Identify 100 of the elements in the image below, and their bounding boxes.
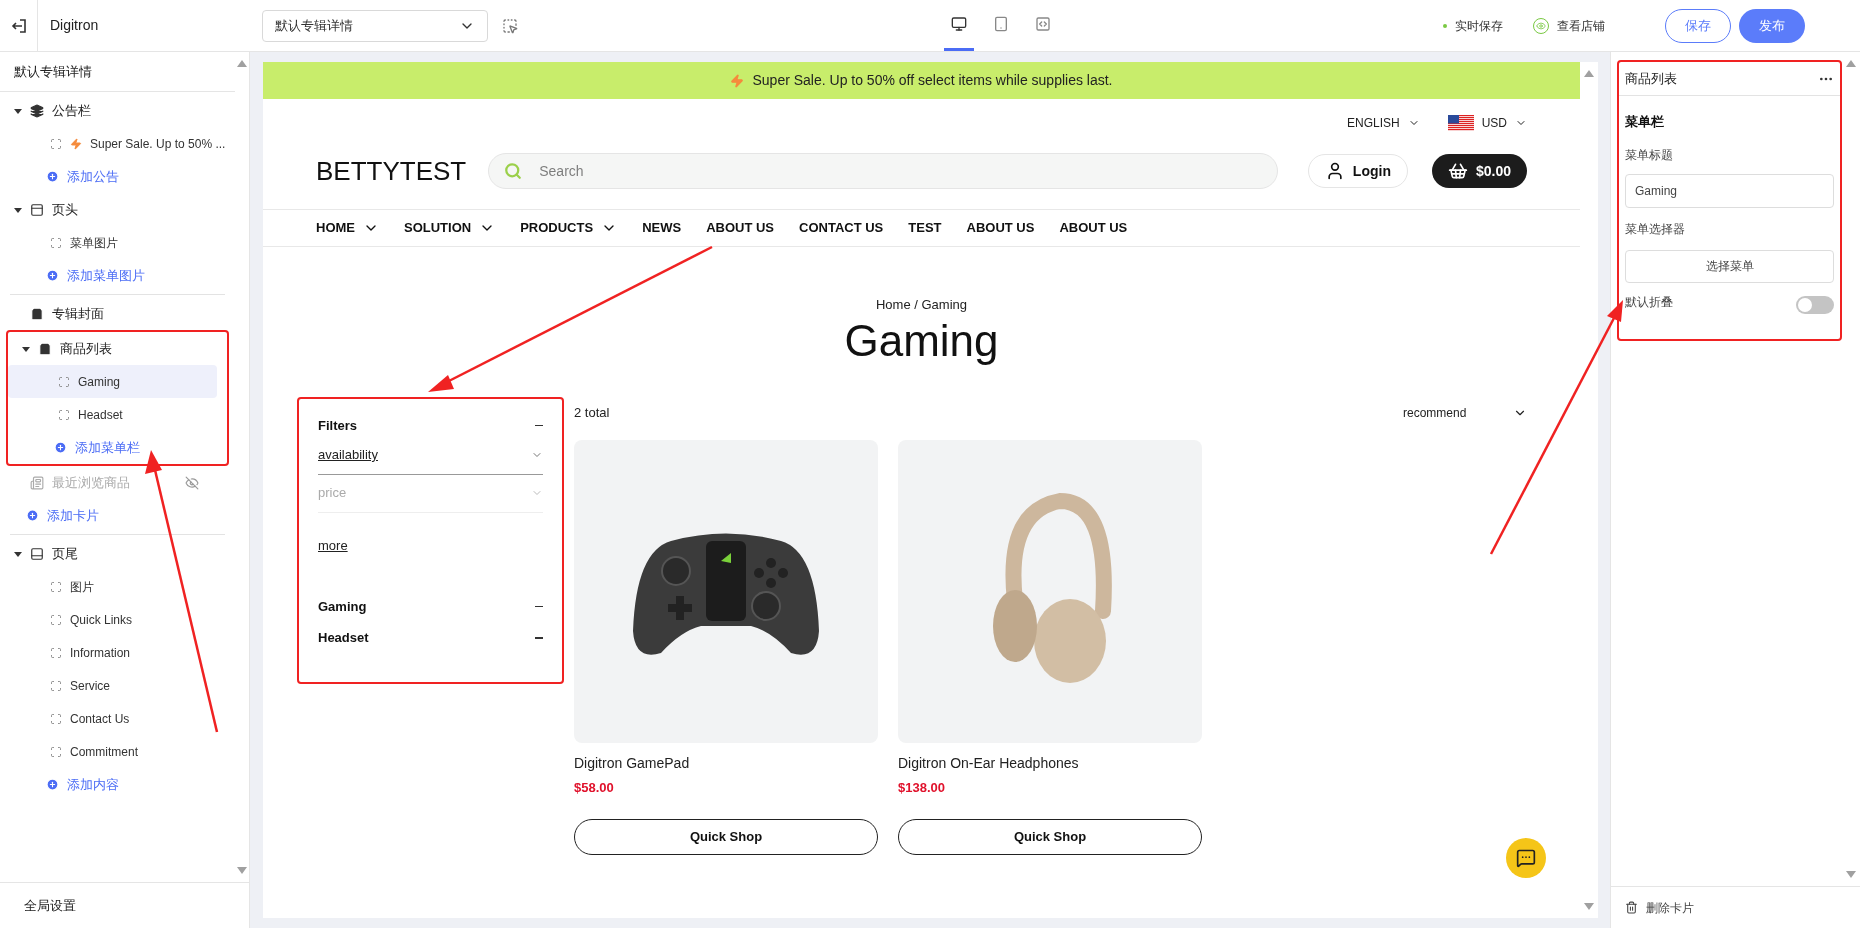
nav-link[interactable]: HOME xyxy=(316,218,379,238)
bag-icon xyxy=(38,341,52,356)
exit-icon[interactable] xyxy=(10,17,27,34)
category-heading[interactable]: Headset xyxy=(318,628,369,648)
scroll-down-icon[interactable] xyxy=(1846,871,1856,878)
currency-select[interactable]: USD xyxy=(1447,114,1527,132)
nav-link[interactable]: NEWS xyxy=(642,218,682,238)
nav-link[interactable]: CONTACT US xyxy=(799,218,884,238)
category-heading[interactable]: Gaming xyxy=(318,596,367,616)
search-icon xyxy=(504,162,523,180)
chat-icon xyxy=(1516,848,1536,868)
caret-icon[interactable] xyxy=(14,106,22,115)
global-settings[interactable]: 全局设置 xyxy=(0,882,249,928)
focus-frame-icon xyxy=(58,408,70,421)
view-store-link[interactable]: 查看店铺 xyxy=(1557,16,1605,35)
panel-bottom-icon xyxy=(30,546,44,561)
focus-frame-icon xyxy=(50,712,62,725)
add-icon xyxy=(46,778,59,791)
card-icon xyxy=(30,475,44,490)
eye-off-icon[interactable] xyxy=(185,475,200,490)
editor-title: 商品列表 xyxy=(1625,69,1677,88)
search-field[interactable]: Search xyxy=(488,153,1279,189)
block-label[interactable]: 页尾 xyxy=(52,543,78,564)
scroll-down-icon[interactable] xyxy=(237,867,248,874)
product-image[interactable] xyxy=(574,439,878,743)
add-link[interactable]: 添加内容 xyxy=(67,774,119,795)
nav-link[interactable]: ABOUT US xyxy=(706,218,774,238)
add-link[interactable]: 添加卡片 xyxy=(47,505,99,526)
block-label[interactable]: 商品列表 xyxy=(60,338,112,359)
chat-button[interactable] xyxy=(1506,838,1546,878)
add-icon xyxy=(46,170,59,183)
tree-item[interactable]: Quick Links xyxy=(0,603,226,636)
tree-item[interactable]: Headset xyxy=(8,398,218,431)
field-label: 菜单标题 xyxy=(1625,146,1674,164)
add-link[interactable]: 添加公告 xyxy=(67,166,119,187)
tree-item[interactable]: Super Sale. Up to 50% ... xyxy=(0,127,226,160)
trash-icon[interactable] xyxy=(1625,901,1638,914)
nav-link[interactable]: TEST xyxy=(908,218,942,238)
add-icon xyxy=(46,269,59,282)
select-element-icon[interactable] xyxy=(502,17,518,34)
select-menu-button[interactable]: 选择菜单 xyxy=(1625,249,1834,283)
scroll-up-icon[interactable] xyxy=(237,60,248,67)
focus-frame-icon xyxy=(50,137,62,150)
tablet-icon xyxy=(993,16,1009,32)
tree-item[interactable]: Gaming xyxy=(8,365,218,398)
filters-heading: Filters xyxy=(318,416,357,435)
add-link[interactable]: 添加菜单图片 xyxy=(67,265,145,286)
language-select[interactable]: ENGLISH xyxy=(1346,114,1420,132)
cart-button[interactable]: $0.00 xyxy=(1431,154,1527,188)
autosave-label: 实时保存 xyxy=(1455,17,1503,35)
nav-link[interactable]: ABOUT US xyxy=(966,218,1035,238)
add-link[interactable]: 添加菜单栏 xyxy=(75,437,140,458)
bolt-icon xyxy=(730,73,745,88)
flag-icon xyxy=(1447,115,1474,131)
collapse-icon[interactable] xyxy=(535,424,543,427)
delete-card-link[interactable]: 删除卡片 xyxy=(1646,898,1694,917)
focus-frame-icon xyxy=(50,236,62,249)
caret-icon[interactable] xyxy=(14,205,22,214)
tree-item[interactable]: Information xyxy=(0,636,226,669)
focus-frame-icon xyxy=(50,745,62,758)
tree-item[interactable]: Commitment xyxy=(0,735,226,768)
tree-item[interactable]: Contact Us xyxy=(0,702,226,735)
sort-select[interactable]: recommend xyxy=(1403,403,1527,422)
nav-link[interactable]: ABOUT US xyxy=(1059,218,1128,238)
field-label: 默认折叠 xyxy=(1625,293,1673,311)
collapse-toggle[interactable] xyxy=(1796,295,1834,314)
layers-icon xyxy=(30,103,44,118)
panel-top-icon xyxy=(30,202,44,217)
menu-title-field[interactable]: Gaming xyxy=(1625,173,1834,208)
page-select[interactable]: 默认专辑详情 xyxy=(262,9,488,42)
action-button[interactable]: 发布 xyxy=(1739,8,1805,43)
filter-facet[interactable]: availability xyxy=(318,436,543,475)
store-logo[interactable]: BETTYTEST xyxy=(316,151,467,191)
caret-icon[interactable] xyxy=(14,549,22,558)
nav-link[interactable]: PRODUCTS xyxy=(520,218,618,238)
breadcrumb: Home / Gaming xyxy=(875,296,967,314)
caret-icon[interactable] xyxy=(22,344,30,353)
page-heading: Gaming xyxy=(844,314,999,367)
section-heading: 菜单栏 xyxy=(1625,113,1665,131)
field-label: 菜单选择器 xyxy=(1625,220,1686,238)
scroll-up-icon[interactable] xyxy=(1846,60,1856,67)
block-label[interactable]: 专辑封面 xyxy=(52,303,104,324)
tree-item[interactable]: 菜单图片 xyxy=(0,226,226,259)
add-icon xyxy=(26,509,39,522)
scroll-up-icon[interactable] xyxy=(1584,70,1594,77)
result-count: 2 total xyxy=(574,403,610,422)
block-label[interactable]: 页头 xyxy=(52,199,78,220)
tree-item[interactable]: 图片 xyxy=(0,570,226,603)
site-name: Digitron xyxy=(50,16,100,35)
product-name[interactable]: Digitron GamePad xyxy=(574,752,878,774)
add-icon xyxy=(54,441,67,454)
block-label[interactable]: 公告栏 xyxy=(52,100,91,121)
focus-frame-icon xyxy=(50,646,62,659)
scroll-down-icon[interactable] xyxy=(1584,903,1594,910)
product-name[interactable]: Digitron On-Ear Headphones xyxy=(898,752,1202,774)
nav-link[interactable]: SOLUTION xyxy=(404,218,496,238)
sidebar-title: 默认专辑详情 xyxy=(0,52,236,92)
more-link[interactable]: more xyxy=(318,537,348,553)
monitor-icon xyxy=(951,16,967,32)
tree-item[interactable]: Service xyxy=(0,669,226,702)
